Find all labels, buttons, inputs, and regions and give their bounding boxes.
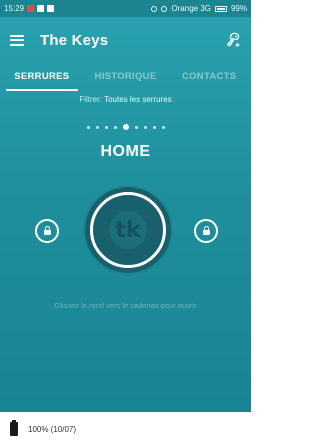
the-keys-logo-icon: tk: [109, 211, 147, 249]
knob-ring: tk: [90, 192, 166, 268]
status-carrier: Orange 3G: [171, 4, 211, 13]
image-notification-icon: [37, 5, 45, 12]
pager-dot[interactable]: [113, 125, 117, 129]
filter-label: Filtrer:: [79, 95, 102, 104]
key-add-icon[interactable]: [225, 32, 241, 48]
padlock-left-icon[interactable]: [35, 219, 59, 243]
lock-battery-text: 100% (10/07): [28, 424, 77, 434]
alarm-icon: [151, 5, 158, 12]
lock-name: HOME: [100, 143, 151, 160]
app-screen: 15:29 Orange 3G 99% The Keys SERRURES HI…: [0, 0, 251, 446]
slide-hint: Glissez le rond vers le cadenas pour ouv…: [54, 301, 197, 310]
pager-dot[interactable]: [104, 125, 108, 129]
tab-contacts[interactable]: CONTACTS: [167, 63, 251, 91]
lock-pager: [0, 124, 251, 130]
app-title: The Keys: [40, 31, 109, 49]
filter-value: Toutes les serrures: [104, 95, 172, 104]
app-bar: The Keys: [0, 17, 251, 63]
tab-historique[interactable]: HISTORIQUE: [84, 63, 168, 91]
tab-serrures[interactable]: SERRURES: [0, 63, 84, 91]
tab-bar: SERRURES HISTORIQUE CONTACTS: [0, 63, 251, 91]
pager-dot[interactable]: [86, 125, 90, 129]
filter-selector[interactable]: Filtrer: Toutes les serrures: [0, 95, 251, 104]
battery-level-icon: [10, 420, 18, 436]
pager-dot-active[interactable]: [122, 124, 129, 130]
pager-dot[interactable]: [95, 125, 99, 129]
status-bar: 15:29 Orange 3G 99%: [0, 0, 251, 17]
pager-dot[interactable]: [134, 125, 138, 129]
notification-icon: [27, 5, 35, 12]
hamburger-menu-icon[interactable]: [10, 34, 24, 46]
padlock-right-icon[interactable]: [194, 219, 218, 243]
pager-dot[interactable]: [161, 125, 165, 129]
pager-dot[interactable]: [143, 125, 147, 129]
wifi-icon: [161, 5, 168, 12]
battery-footer: 100% (10/07): [0, 412, 251, 446]
pager-dot[interactable]: [152, 125, 156, 129]
unlock-slider-knob[interactable]: tk: [85, 187, 171, 273]
status-time: 15:29: [4, 4, 25, 13]
status-battery: 99%: [230, 4, 247, 13]
app-notification-icon: [47, 5, 55, 12]
battery-icon: [214, 5, 227, 12]
